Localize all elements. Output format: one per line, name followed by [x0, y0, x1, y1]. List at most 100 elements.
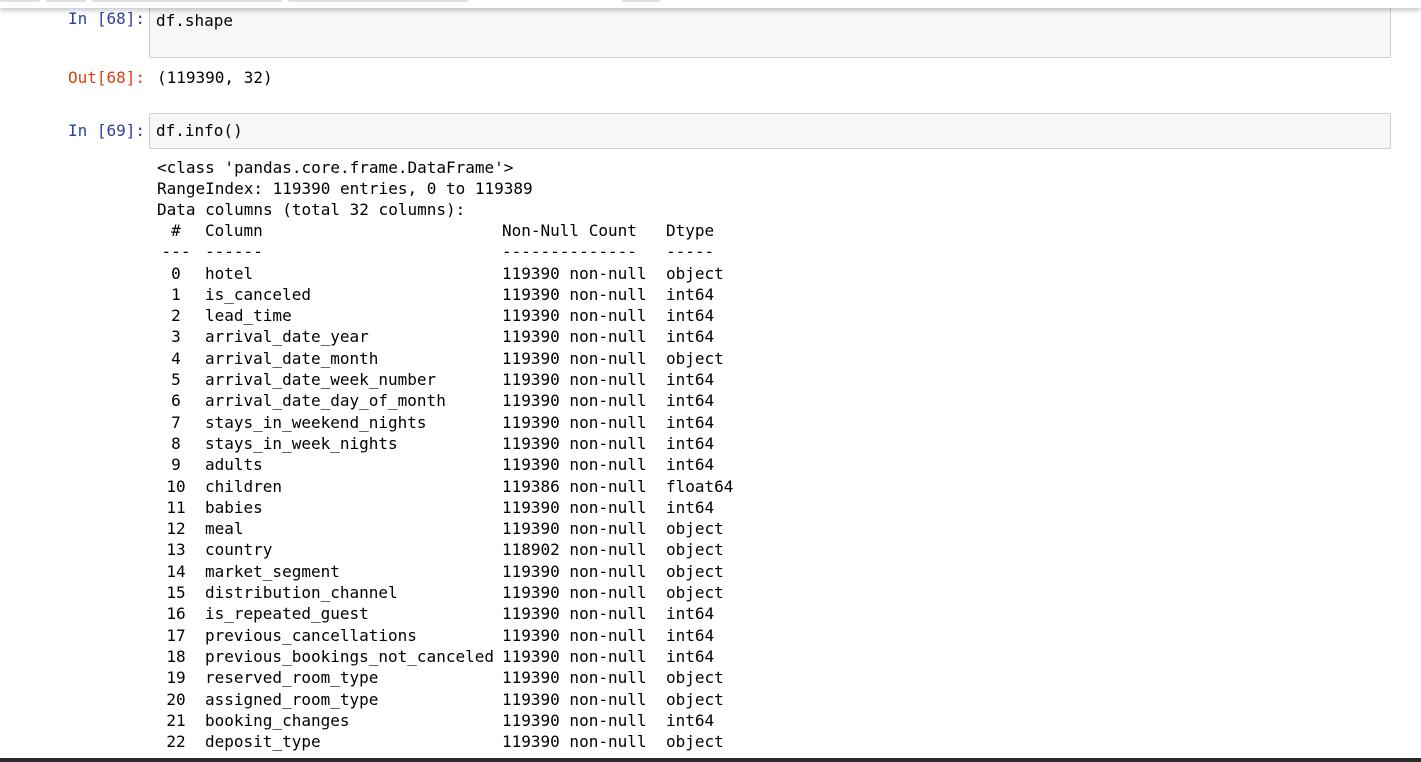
row-index: 9: [171, 455, 181, 475]
info-table-row: 9 adults 119390 non-null int64: [157, 454, 756, 475]
separator-column: ------: [205, 242, 263, 262]
notebook-toolbar-edge: [0, 0, 1421, 8]
row-dtype: int64: [666, 710, 715, 730]
row-column-name: is_canceled: [205, 284, 311, 304]
row-index: 16: [166, 604, 186, 624]
info-table-separator: --- ------ -------------- -----: [157, 241, 756, 262]
cell-69-input-area[interactable]: df.info(): [149, 113, 1391, 149]
info-table-rows: 0 hotel 119390 non-null object 1 is_canceled 1…: [157, 263, 756, 753]
row-index: 15: [166, 583, 186, 603]
row-non-null-count: 119390 non-null: [502, 433, 647, 453]
row-index: 19: [166, 668, 186, 688]
row-column-name: adults: [205, 455, 263, 475]
row-non-null-count: 119390 non-null: [502, 497, 647, 517]
info-table-row: 11 babies 119390 non-null int64: [157, 497, 756, 518]
info-table-row: 21 booking_changes 119390 non-null int64: [157, 710, 756, 731]
row-non-null-count: 119390 non-null: [502, 391, 647, 411]
row-non-null-count: 119390 non-null: [502, 306, 647, 326]
info-table-row: 13 country 118902 non-null object: [157, 539, 756, 560]
cell-68-input-prompt: In [68]:: [67, 9, 145, 28]
cell-68-code[interactable]: df.shape: [156, 10, 233, 31]
row-dtype: int64: [666, 284, 715, 304]
cell-69-input-prompt: In [69]:: [67, 121, 145, 140]
row-non-null-count: 119390 non-null: [502, 519, 647, 539]
row-index: 10: [166, 476, 186, 496]
row-non-null-count: 119390 non-null: [502, 732, 647, 752]
toolbar-fragment: [0, 0, 40, 2]
row-index: 12: [166, 519, 186, 539]
row-column-name: hotel: [205, 263, 254, 283]
row-non-null-count: 119390 non-null: [502, 710, 647, 730]
info-table-row: 10 children 119386 non-null float64: [157, 476, 756, 497]
cell-69-code[interactable]: df.info(): [156, 120, 243, 141]
info-table-header: # Column Non-Null Count Dtype: [157, 220, 756, 241]
row-column-name: booking_changes: [205, 710, 350, 730]
row-dtype: int64: [666, 646, 715, 666]
row-index: 11: [166, 497, 186, 517]
info-class-line: <class 'pandas.core.frame.DataFrame'>: [157, 158, 514, 177]
row-dtype: object: [666, 348, 724, 368]
row-dtype: object: [666, 561, 724, 581]
row-dtype: object: [666, 583, 724, 603]
notebook-page: In [68]: df.shape Out[68]: (119390, 32) …: [0, 0, 1421, 762]
row-dtype: object: [666, 668, 724, 688]
row-index: 13: [166, 540, 186, 560]
info-table-row: 2 lead_time 119390 non-null int64: [157, 305, 756, 326]
row-index: 22: [166, 732, 186, 752]
row-dtype: int64: [666, 497, 715, 517]
row-non-null-count: 119386 non-null: [502, 476, 647, 496]
info-table-row: 18 previous_bookings_not_canceled 119390 n…: [157, 646, 756, 667]
info-table-row: 14 market_segment 119390 non-null object: [157, 561, 756, 582]
cell-68-output-prompt: Out[68]:: [67, 68, 145, 87]
row-column-name: arrival_date_week_number: [205, 370, 437, 390]
row-dtype: object: [666, 732, 724, 752]
row-index: 17: [166, 625, 186, 645]
info-table-row: 6 arrival_date_day_of_month 119390 non-nul…: [157, 390, 756, 411]
separator-non-null-count: --------------: [502, 242, 637, 262]
row-dtype: int64: [666, 604, 715, 624]
row-column-name: arrival_date_month: [205, 348, 379, 368]
info-data-columns-line: Data columns (total 32 columns):: [157, 200, 466, 219]
row-index: 2: [171, 306, 181, 326]
info-table-row: 22 deposit_type 119390 non-null object: [157, 731, 756, 752]
header-non-null-count: Non-Null Count: [502, 221, 637, 240]
info-table-row: 8 stays_in_week_nights 119390 non-null int6…: [157, 433, 756, 454]
row-index: 6: [171, 391, 181, 411]
row-dtype: object: [666, 519, 724, 539]
row-index: 3: [171, 327, 181, 347]
info-table-row: 12 meal 119390 non-null object: [157, 518, 756, 539]
row-column-name: arrival_date_year: [205, 327, 369, 347]
row-column-name: children: [205, 476, 283, 496]
toolbar-fragment: [622, 0, 660, 2]
info-table-row: 1 is_canceled 119390 non-null int64: [157, 284, 756, 305]
row-dtype: int64: [666, 412, 715, 432]
row-non-null-count: 118902 non-null: [502, 540, 647, 560]
toolbar-fragment: [46, 0, 86, 2]
row-column-name: arrival_date_day_of_month: [205, 391, 446, 411]
row-dtype: int64: [666, 455, 715, 475]
cell-68-output: (119390, 32): [157, 68, 273, 87]
row-index: 5: [171, 370, 181, 390]
row-non-null-count: 119390 non-null: [502, 583, 647, 603]
cell-68-input-area[interactable]: df.shape: [149, 5, 1391, 58]
toolbar-fragment: [92, 0, 282, 2]
row-dtype: int64: [666, 327, 715, 347]
row-non-null-count: 119390 non-null: [502, 689, 647, 709]
row-non-null-count: 119390 non-null: [502, 668, 647, 688]
row-column-name: reserved_room_type: [205, 668, 379, 688]
row-dtype: object: [666, 540, 724, 560]
row-column-name: distribution_channel: [205, 583, 398, 603]
row-column-name: assigned_room_type: [205, 689, 379, 709]
row-dtype: object: [666, 263, 724, 283]
row-column-name: babies: [205, 497, 263, 517]
row-index: 14: [166, 561, 186, 581]
row-non-null-count: 119390 non-null: [502, 327, 647, 347]
row-dtype: int64: [666, 625, 715, 645]
row-column-name: meal: [205, 519, 244, 539]
row-column-name: is_repeated_guest: [205, 604, 369, 624]
info-table-row: 16 is_repeated_guest 119390 non-null int64: [157, 603, 756, 624]
row-non-null-count: 119390 non-null: [502, 604, 647, 624]
info-range-index-line: RangeIndex: 119390 entries, 0 to 119389: [157, 179, 533, 198]
row-dtype: int64: [666, 370, 715, 390]
window-bottom-edge: [0, 758, 1421, 762]
